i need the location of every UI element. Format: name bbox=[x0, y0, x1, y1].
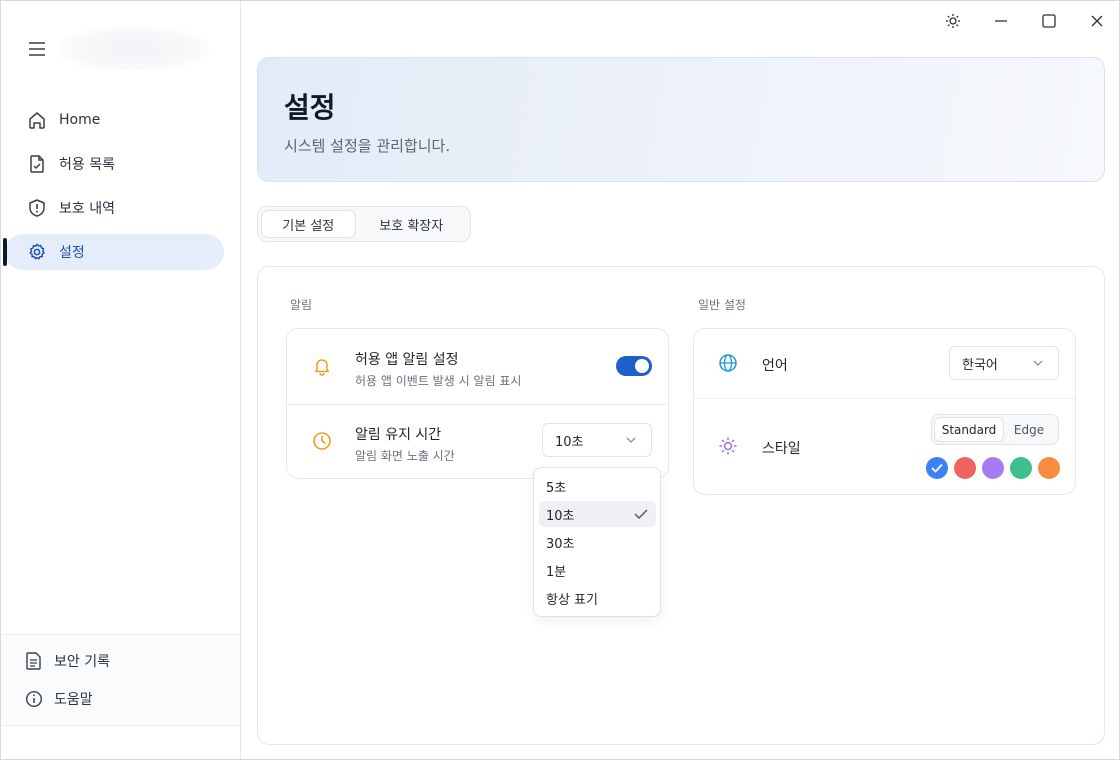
minimize-icon[interactable] bbox=[989, 9, 1013, 33]
sidebar-item-label: 설정 bbox=[59, 245, 85, 261]
duration-desc: 알림 화면 노출 시간 bbox=[355, 449, 455, 463]
section-label-general: 일반 설정 bbox=[698, 298, 746, 312]
globe-icon bbox=[717, 352, 739, 374]
chevron-down-icon bbox=[1033, 360, 1043, 366]
sun-icon bbox=[717, 435, 739, 457]
divider bbox=[287, 404, 668, 405]
sidebar-item-security-log[interactable]: 보안 기록 bbox=[1, 649, 240, 673]
color-swatch-green[interactable] bbox=[1010, 457, 1032, 479]
sidebar-item-label: 보안 기록 bbox=[54, 654, 110, 670]
home-icon bbox=[27, 110, 47, 130]
brightness-icon[interactable] bbox=[941, 9, 965, 33]
duration-dropdown: 5초 10초 30초 1분 항상 표기 bbox=[533, 467, 661, 617]
notifications-card: 허용 앱 알림 설정 허용 앱 이벤트 발생 시 알림 표시 알림 유지 시간 … bbox=[286, 328, 669, 479]
color-swatch-orange[interactable] bbox=[1038, 457, 1060, 479]
sidebar-item-label: Home bbox=[59, 112, 101, 128]
dropdown-option[interactable]: 항상 표기 bbox=[539, 585, 656, 611]
maximize-icon[interactable] bbox=[1037, 9, 1061, 33]
page-header: 설정 시스템 설정을 관리합니다. bbox=[257, 57, 1105, 182]
style-title: 스타일 bbox=[762, 441, 801, 457]
sidebar-item-protection-history[interactable]: 보호 내역 bbox=[5, 190, 224, 226]
duration-select-value: 10초 bbox=[555, 434, 584, 450]
sidebar-item-label: 보호 내역 bbox=[59, 201, 115, 217]
chevron-down-icon bbox=[626, 437, 636, 443]
sidebar-item-allowlist[interactable]: 허용 목록 bbox=[5, 146, 224, 182]
document-icon bbox=[25, 652, 43, 670]
dropdown-option-selected[interactable]: 10초 bbox=[539, 501, 656, 527]
checkmark-icon bbox=[931, 463, 943, 473]
app-logo bbox=[59, 27, 209, 71]
bell-icon bbox=[311, 355, 333, 377]
dropdown-option[interactable]: 30초 bbox=[539, 529, 656, 555]
tab-basic-settings[interactable]: 기본 설정 bbox=[261, 210, 356, 238]
gear-icon bbox=[27, 242, 47, 262]
color-swatch-purple[interactable] bbox=[982, 457, 1004, 479]
dropdown-option[interactable]: 5초 bbox=[539, 473, 656, 499]
info-icon bbox=[25, 690, 43, 708]
tab-protected-extensions[interactable]: 보호 확장자 bbox=[356, 210, 467, 238]
color-swatch-red[interactable] bbox=[954, 457, 976, 479]
duration-select[interactable]: 10초 bbox=[542, 423, 652, 457]
sidebar: Home 허용 목록 보호 내역 설정 보안 기록 도움말 bbox=[1, 1, 241, 759]
language-title: 언어 bbox=[762, 358, 788, 374]
sidebar-item-label: 허용 목록 bbox=[59, 157, 115, 173]
app-alert-toggle[interactable] bbox=[616, 356, 652, 376]
sidebar-footer: 보안 기록 도움말 bbox=[1, 634, 240, 726]
app-alert-title: 허용 앱 알림 설정 bbox=[355, 352, 459, 368]
settings-tabs: 기본 설정 보호 확장자 bbox=[257, 206, 471, 242]
clock-icon bbox=[311, 430, 333, 452]
dropdown-option[interactable]: 1분 bbox=[539, 557, 656, 583]
language-select[interactable]: 한국어 bbox=[949, 346, 1059, 380]
section-label-notifications: 알림 bbox=[290, 298, 313, 312]
divider bbox=[694, 398, 1075, 399]
file-check-icon bbox=[27, 154, 47, 174]
page-subtitle: 시스템 설정을 관리합니다. bbox=[284, 137, 451, 155]
dropdown-option-label: 10초 bbox=[546, 508, 575, 524]
style-mode-standard[interactable]: Standard bbox=[934, 417, 1004, 442]
page-title: 설정 bbox=[284, 91, 336, 124]
sidebar-item-help[interactable]: 도움말 bbox=[1, 687, 240, 711]
checkmark-icon bbox=[634, 509, 648, 519]
sidebar-nav: Home 허용 목록 보호 내역 설정 bbox=[1, 102, 240, 278]
hamburger-menu-icon[interactable] bbox=[25, 37, 49, 61]
sidebar-item-settings[interactable]: 설정 bbox=[3, 234, 224, 270]
app-alert-desc: 허용 앱 이벤트 발생 시 알림 표시 bbox=[355, 374, 522, 388]
app-window: Home 허용 목록 보호 내역 설정 보안 기록 도움말 설정 시스템 설정을… bbox=[0, 0, 1120, 760]
color-swatch-blue[interactable] bbox=[926, 457, 948, 479]
style-mode-toggle: Standard Edge bbox=[931, 414, 1059, 445]
sidebar-item-label: 도움말 bbox=[54, 692, 93, 708]
close-icon[interactable] bbox=[1085, 9, 1109, 33]
shield-alert-icon bbox=[27, 198, 47, 218]
duration-title: 알림 유지 시간 bbox=[355, 427, 442, 443]
language-select-value: 한국어 bbox=[962, 357, 998, 373]
sidebar-item-home[interactable]: Home bbox=[5, 102, 224, 138]
style-mode-edge[interactable]: Edge bbox=[1004, 417, 1054, 442]
